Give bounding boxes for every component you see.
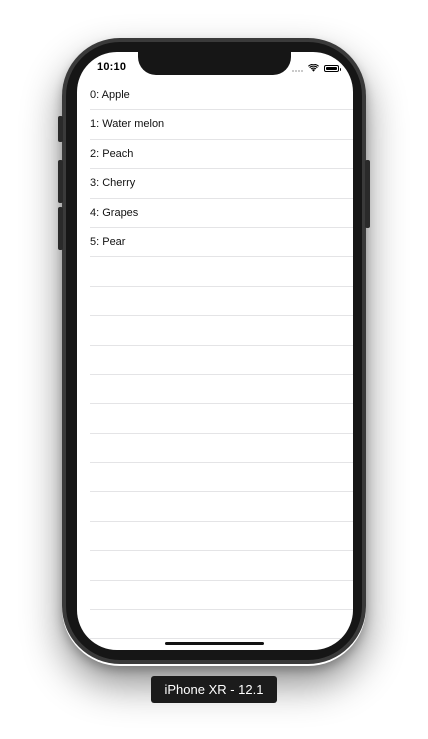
table-row-label: 5: Pear xyxy=(90,235,126,248)
empty-table-row[interactable] xyxy=(77,551,353,582)
empty-table-row[interactable] xyxy=(77,257,353,288)
table-row[interactable]: 0: Apple xyxy=(77,81,353,111)
status-indicators xyxy=(292,63,341,73)
cellular-signal-icon xyxy=(292,64,303,72)
empty-table-row[interactable] xyxy=(77,492,353,523)
home-indicator[interactable] xyxy=(165,642,264,645)
table-row[interactable]: 3: Cherry xyxy=(77,169,353,199)
empty-table-row[interactable] xyxy=(77,375,353,405)
device-screen: 10:10 0: Apple 1: Water melon 2: Peach 3: C… xyxy=(77,52,353,650)
table-row-label: 1: Water melon xyxy=(90,118,165,131)
table-row[interactable]: 5: Pear xyxy=(77,228,353,258)
wifi-icon xyxy=(308,64,319,72)
empty-table-row[interactable] xyxy=(77,522,353,552)
battery-icon xyxy=(324,64,341,72)
status-time: 10:10 xyxy=(97,61,127,73)
table-row[interactable]: 2: Peach xyxy=(77,140,353,170)
mute-switch xyxy=(58,116,63,142)
empty-table-row[interactable] xyxy=(77,404,353,435)
empty-table-row[interactable] xyxy=(77,463,353,493)
empty-table-row[interactable] xyxy=(77,316,353,346)
device-label: iPhone XR - 12.1 xyxy=(151,676,277,703)
table-row[interactable]: 4: Grapes xyxy=(77,199,353,229)
empty-table-row[interactable] xyxy=(77,581,353,611)
empty-table-row[interactable] xyxy=(77,346,353,376)
table-row-label: 4: Grapes xyxy=(90,206,139,219)
volume-up-button xyxy=(58,160,63,203)
empty-table-row[interactable] xyxy=(77,287,353,317)
empty-table-row[interactable] xyxy=(77,434,353,464)
table-row-label: 0: Apple xyxy=(90,89,130,101)
table-row-label: 2: Peach xyxy=(90,147,134,160)
power-button xyxy=(365,160,370,228)
notch xyxy=(138,52,291,75)
table-row-label: 3: Cherry xyxy=(90,177,136,190)
empty-table-row[interactable] xyxy=(77,610,353,640)
simulator-window: 10:10 0: Apple 1: Water melon 2: Peach 3: C… xyxy=(0,0,428,739)
table-row[interactable]: 1: Water melon xyxy=(77,110,353,141)
volume-down-button xyxy=(58,207,63,250)
table-view[interactable]: 0: Apple 1: Water melon 2: Peach 3: Cherry 4… xyxy=(77,81,353,650)
